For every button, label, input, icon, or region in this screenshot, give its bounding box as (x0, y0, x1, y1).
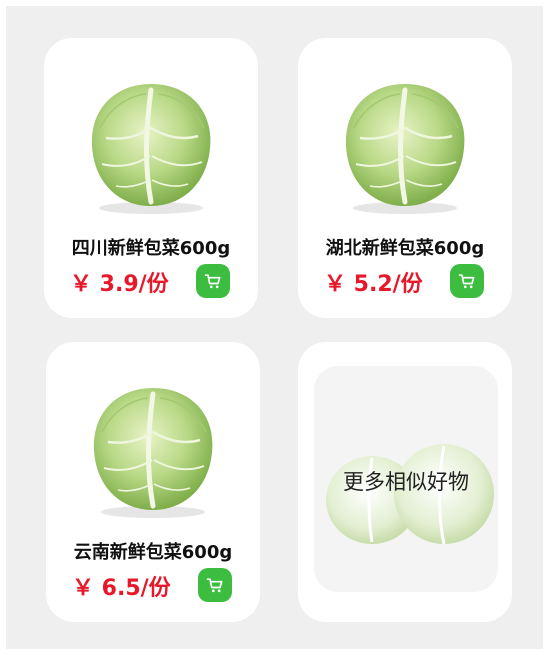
product-price: ￥ 3.9/份 (70, 272, 169, 297)
add-to-cart-button[interactable] (450, 264, 484, 298)
cart-icon (206, 578, 223, 593)
product-card[interactable]: 四川新鲜包菜600g ￥ 3.9/份 (44, 38, 258, 318)
cart-icon (204, 274, 221, 289)
product-price: ￥ 5.2/份 (324, 272, 423, 297)
product-name: 云南新鲜包菜600g (73, 542, 233, 563)
product-card[interactable]: 云南新鲜包菜600g ￥ 6.5/份 (46, 342, 260, 622)
product-name: 湖北新鲜包菜600g (325, 238, 485, 259)
more-similar-card: 更多相似好物 (298, 342, 512, 622)
cabbage-image (78, 372, 228, 522)
add-to-cart-button[interactable] (196, 264, 230, 298)
product-name: 四川新鲜包菜600g (71, 238, 231, 259)
more-similar-button[interactable]: 更多相似好物 (314, 366, 498, 592)
cart-icon (458, 274, 475, 289)
add-to-cart-button[interactable] (198, 568, 232, 602)
product-card[interactable]: 湖北新鲜包菜600g ￥ 5.2/份 (298, 38, 512, 318)
product-grid: 四川新鲜包菜600g ￥ 3.9/份 湖北新鲜包菜600g ￥ 5.2/份 云南… (6, 6, 543, 649)
cabbage-image (326, 444, 494, 545)
product-price: ￥ 6.5/份 (72, 576, 171, 601)
cabbage-image (76, 68, 226, 218)
cabbage-image (330, 68, 480, 218)
more-similar-label: 更多相似好物 (343, 470, 469, 494)
